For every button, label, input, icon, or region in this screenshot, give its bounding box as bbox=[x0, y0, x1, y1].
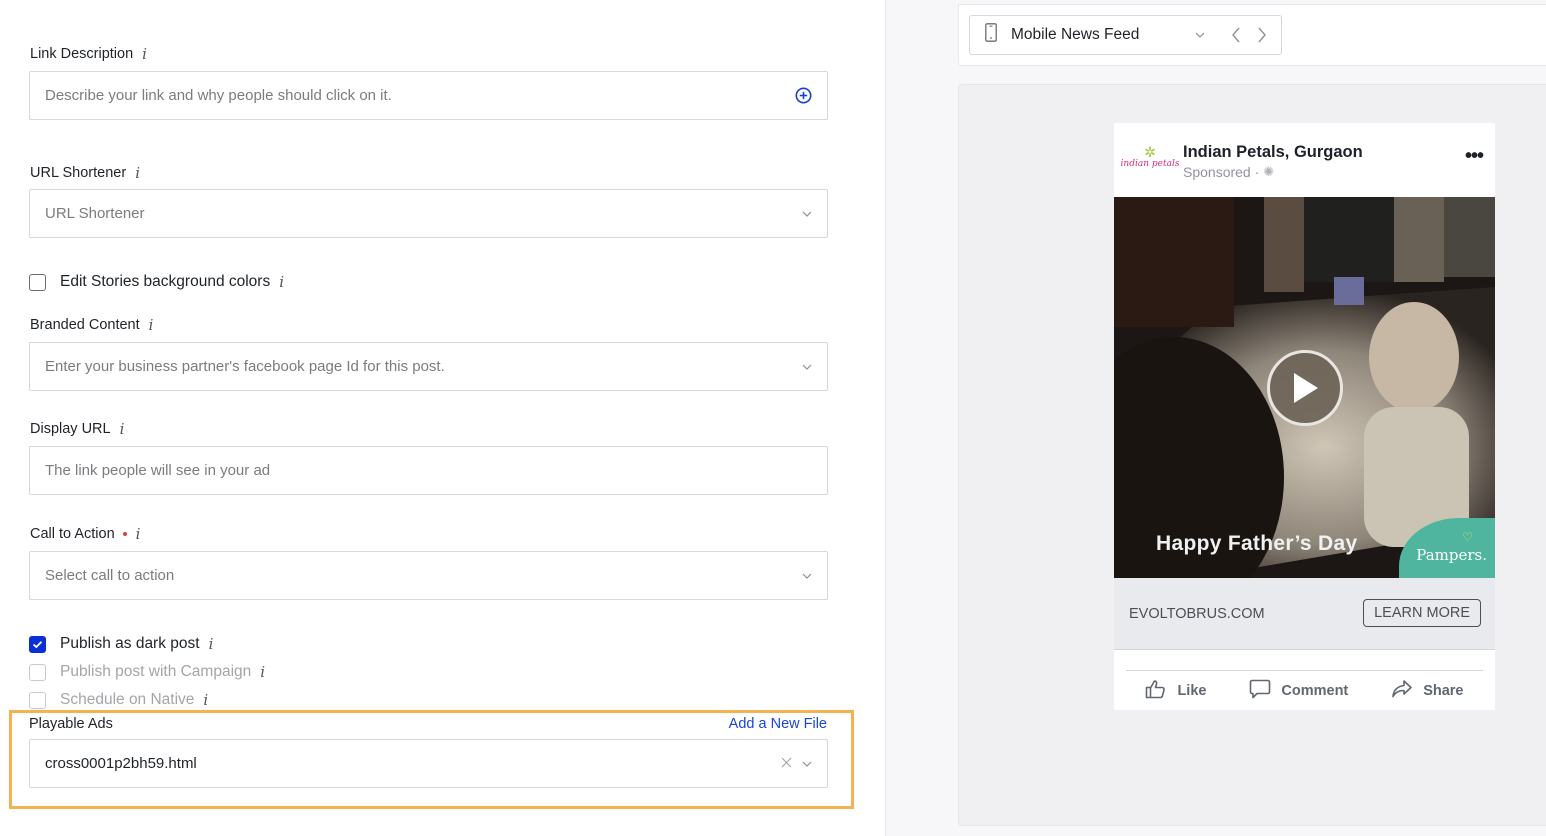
app-root: Link Description i Describe your link an… bbox=[0, 0, 1546, 836]
flower-icon: ✲ bbox=[1144, 144, 1156, 160]
share-icon bbox=[1391, 679, 1413, 703]
chevron-right-icon[interactable] bbox=[1252, 25, 1272, 45]
placement-nav bbox=[1217, 15, 1282, 55]
required-indicator bbox=[122, 532, 127, 536]
learn-more-button[interactable]: LEARN MORE bbox=[1363, 599, 1481, 627]
ad-form-panel: Link Description i Describe your link an… bbox=[0, 0, 885, 836]
publish-with-campaign-checkbox bbox=[29, 663, 46, 681]
brand-badge-text: Pampers. bbox=[1416, 546, 1487, 564]
checkbox-label: Edit Stories background colors bbox=[60, 273, 271, 290]
add-new-file-link[interactable]: Add a New File bbox=[729, 716, 827, 732]
divider bbox=[1126, 670, 1483, 671]
playable-ads-select[interactable]: cross0001p2bh59.html bbox=[29, 739, 828, 788]
label-text: URL Shortener bbox=[30, 165, 127, 181]
video-thumbnail[interactable]: Happy Father’s Day ♡ Pampers. bbox=[1114, 197, 1495, 578]
edit-stories-bg-checkbox[interactable] bbox=[29, 273, 46, 291]
placeholder-text: Enter your business partner's facebook p… bbox=[45, 358, 445, 375]
publish-with-campaign-row: Publish post with Campaign i bbox=[29, 663, 265, 681]
branded-content-select[interactable]: Enter your business partner's facebook p… bbox=[29, 342, 828, 391]
like-button[interactable]: Like bbox=[1145, 679, 1206, 703]
label-text: Display URL bbox=[30, 421, 111, 437]
placeholder-text: Describe your link and why people should… bbox=[45, 87, 392, 104]
mobile-phone-icon bbox=[985, 23, 997, 47]
publish-dark-post-row[interactable]: Publish as dark post i bbox=[29, 635, 213, 653]
playable-ads-label: Playable Ads bbox=[29, 716, 113, 732]
chevron-down-icon bbox=[802, 209, 812, 219]
display-url-label: Display URL i bbox=[30, 420, 124, 438]
ad-link-bar[interactable]: EVOLTOBRUS.COM LEARN MORE bbox=[1114, 578, 1495, 650]
play-icon[interactable] bbox=[1267, 350, 1343, 426]
display-url-input[interactable]: The link people will see in your ad bbox=[29, 446, 828, 495]
globe-icon: ✺ bbox=[1263, 164, 1275, 179]
chevron-down-icon bbox=[1195, 30, 1205, 40]
chevron-down-icon bbox=[802, 362, 812, 372]
label-text: Call to Action bbox=[30, 526, 115, 542]
checkmark-icon bbox=[32, 640, 43, 648]
checkbox-label: Publish post with Campaign bbox=[60, 663, 252, 680]
action-label: Comment bbox=[1281, 683, 1349, 699]
label-text: Branded Content bbox=[30, 317, 140, 333]
add-circle-icon[interactable] bbox=[795, 87, 812, 104]
link-description-label: Link Description i bbox=[30, 45, 147, 63]
placement-select[interactable]: Mobile News Feed bbox=[969, 15, 1218, 55]
url-shortener-select[interactable]: URL Shortener bbox=[29, 189, 828, 238]
info-icon[interactable]: i bbox=[135, 164, 140, 182]
chevron-left-icon[interactable] bbox=[1226, 25, 1246, 45]
branded-content-label: Branded Content i bbox=[30, 316, 153, 334]
link-description-input[interactable]: Describe your link and why people should… bbox=[29, 71, 828, 120]
info-icon[interactable]: i bbox=[279, 273, 284, 291]
sponsored-text: Sponsored · bbox=[1183, 164, 1260, 180]
action-label: Like bbox=[1177, 683, 1207, 699]
info-icon[interactable]: i bbox=[136, 525, 141, 543]
ad-domain: EVOLTOBRUS.COM bbox=[1129, 606, 1265, 622]
publish-dark-post-checkbox[interactable] bbox=[29, 635, 46, 653]
schedule-on-native-checkbox bbox=[29, 691, 46, 709]
share-button[interactable]: Share bbox=[1391, 679, 1464, 703]
url-shortener-label: URL Shortener i bbox=[30, 164, 140, 182]
video-overlay-text: Happy Father’s Day bbox=[1156, 532, 1358, 555]
sponsored-line: Sponsored · ✺ bbox=[1183, 164, 1274, 180]
schedule-on-native-row: Schedule on Native i bbox=[29, 691, 208, 709]
comment-button[interactable]: Comment bbox=[1249, 679, 1348, 703]
call-to-action-select[interactable]: Select call to action bbox=[29, 551, 828, 600]
info-icon[interactable]: i bbox=[142, 45, 147, 63]
info-icon[interactable]: i bbox=[260, 663, 265, 681]
info-icon[interactable]: i bbox=[203, 691, 208, 709]
info-icon[interactable]: i bbox=[149, 316, 154, 334]
ad-actions: Like Comment Share bbox=[1114, 678, 1495, 704]
page-name[interactable]: Indian Petals, Gurgaon bbox=[1183, 143, 1363, 162]
more-options-icon[interactable]: ••• bbox=[1465, 145, 1484, 168]
chevron-down-icon[interactable] bbox=[802, 759, 812, 769]
checkbox-label: Publish as dark post bbox=[60, 635, 200, 652]
ad-header: ✲ indian petals Indian Petals, Gurgaon S… bbox=[1114, 123, 1495, 197]
logo-text: indian petals bbox=[1120, 159, 1180, 169]
page-logo: ✲ indian petals bbox=[1121, 144, 1180, 179]
selected-value: cross0001p2bh59.html bbox=[45, 755, 197, 772]
placement-value: Mobile News Feed bbox=[1011, 26, 1140, 43]
checkbox-label: Schedule on Native bbox=[60, 691, 195, 708]
placeholder-text: URL Shortener bbox=[45, 205, 145, 222]
label-text: Link Description bbox=[30, 46, 134, 62]
action-label: Share bbox=[1423, 683, 1464, 699]
edit-stories-bg-checkbox-row[interactable]: Edit Stories background colors i bbox=[29, 273, 284, 291]
thumbs-up-icon bbox=[1145, 679, 1167, 703]
call-to-action-label: Call to Action i bbox=[30, 525, 140, 543]
heart-icon: ♡ bbox=[1462, 530, 1473, 544]
info-icon[interactable]: i bbox=[209, 635, 214, 653]
placeholder-text: The link people will see in your ad bbox=[45, 462, 271, 479]
clear-icon[interactable] bbox=[781, 755, 792, 773]
placeholder-text: Select call to action bbox=[45, 567, 175, 584]
ad-preview-card: ✲ indian petals Indian Petals, Gurgaon S… bbox=[1114, 123, 1495, 710]
info-icon[interactable]: i bbox=[120, 420, 125, 438]
comment-icon bbox=[1249, 679, 1271, 703]
chevron-down-icon bbox=[802, 571, 812, 581]
